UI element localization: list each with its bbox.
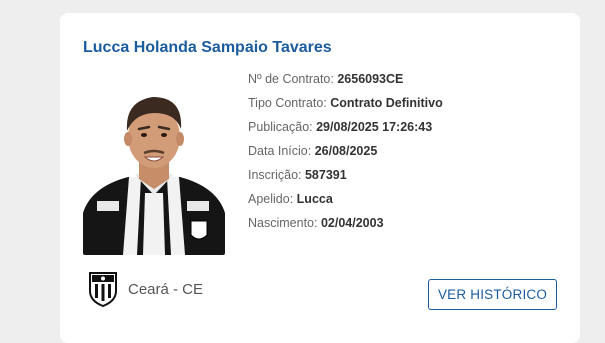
view-history-button[interactable]: VER HISTÓRICO — [428, 279, 557, 310]
registration-row: Inscrição: 587391 — [248, 166, 443, 190]
registration-number: 587391 — [304, 168, 347, 182]
field-label: Data Início: — [248, 144, 312, 158]
player-card: Lucca Holanda Sampaio Tavares Nº de Cont… — [60, 13, 580, 343]
field-label: Nascimento: — [248, 216, 318, 230]
publication-row: Publicação: 29/08/2025 17:26:43 — [248, 118, 443, 142]
field-label: Apelido: — [248, 192, 294, 206]
birth-date-row: Nascimento: 02/04/2003 — [248, 214, 443, 238]
nickname: Lucca — [296, 192, 333, 206]
field-label: Tipo Contrato: — [248, 96, 327, 110]
club-name: Ceará - CE — [128, 280, 204, 298]
contract-type: Contrato Definitivo — [330, 96, 443, 110]
player-name: Lucca Holanda Sampaio Tavares — [83, 39, 332, 56]
player-photo — [83, 75, 225, 255]
club-info: Ceará - CE — [87, 271, 203, 307]
field-label: Inscrição: — [248, 168, 302, 182]
contract-info: Nº de Contrato: 2656093CE Tipo Contrato:… — [248, 70, 443, 238]
ceara-crest-icon — [89, 272, 117, 307]
birth-date: 02/04/2003 — [320, 216, 384, 230]
field-label: Publicação: — [248, 120, 313, 134]
nickname-row: Apelido: Lucca — [248, 190, 443, 214]
publication-date: 29/08/2025 17:26:43 — [316, 120, 433, 134]
contract-type-row: Tipo Contrato: Contrato Definitivo — [248, 94, 443, 118]
field-label: Nº de Contrato: — [248, 72, 334, 86]
contract-number-row: Nº de Contrato: 2656093CE — [248, 70, 443, 94]
contract-number: 2656093CE — [337, 72, 404, 86]
start-date-row: Data Início: 26/08/2025 — [248, 142, 443, 166]
start-date: 26/08/2025 — [314, 144, 378, 158]
